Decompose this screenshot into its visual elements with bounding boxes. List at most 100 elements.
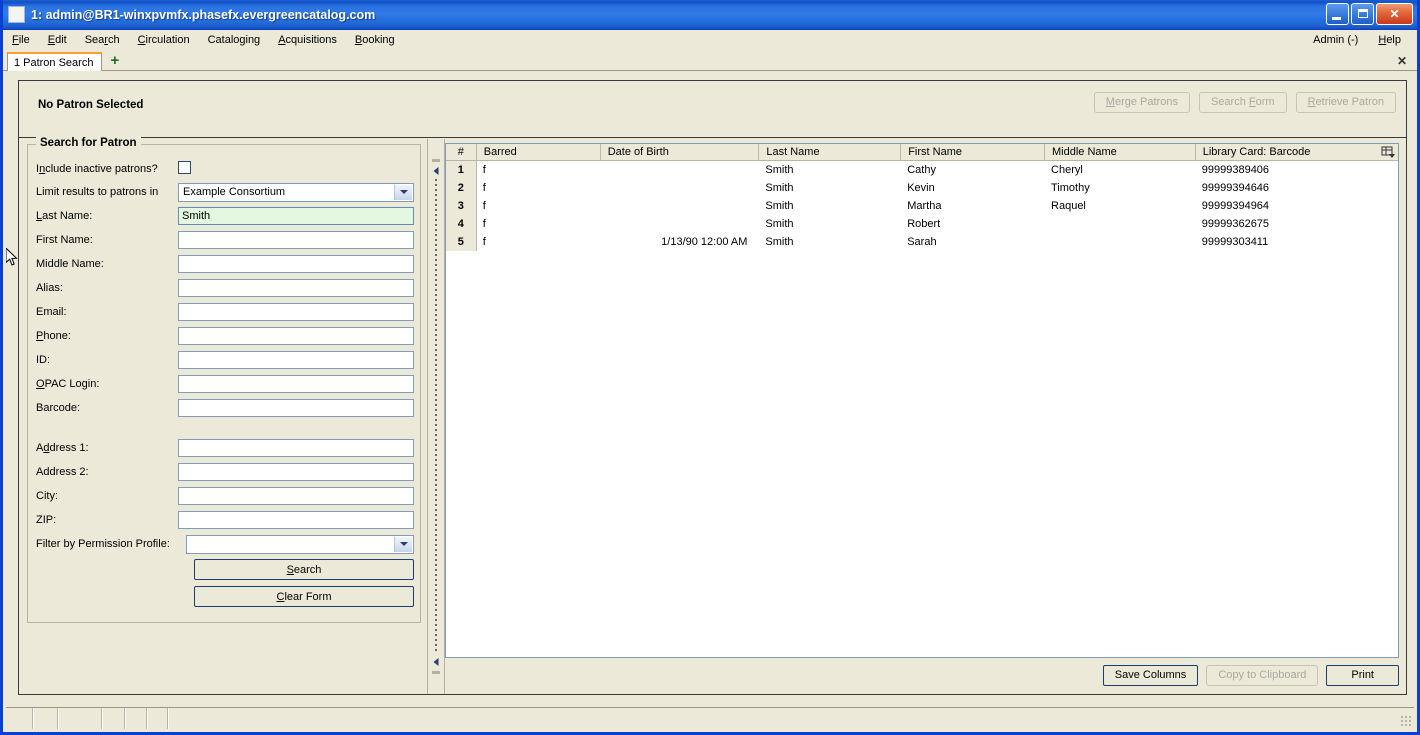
cell-barcode: 99999362675: [1201, 218, 1270, 230]
tab-patron-search[interactable]: 1 Patron Search: [7, 52, 103, 71]
table-row[interactable]: 3 f Smith Martha Raquel 99999394964: [446, 197, 1398, 215]
cell-last-name: Smith: [765, 236, 794, 248]
menu-cataloging[interactable]: Cataloging: [199, 32, 270, 48]
search-button[interactable]: Search: [194, 559, 414, 580]
limit-results-select[interactable]: Example Consortium: [178, 182, 414, 202]
minimize-button[interactable]: [1326, 3, 1349, 25]
search-form-button[interactable]: Search Form: [1198, 92, 1287, 114]
address-1-input[interactable]: [178, 439, 414, 457]
tab-strip: 1 Patron Search + ✕: [3, 50, 1417, 71]
cell-barcode: 99999394964: [1201, 200, 1270, 212]
cell-first-name: Kevin: [907, 182, 935, 194]
column-header-first-name[interactable]: First Name: [900, 144, 1044, 161]
field-middle-name: Middle Name:: [36, 254, 414, 274]
menu-search[interactable]: Search: [76, 32, 129, 48]
cell-barcode: 99999394646: [1201, 182, 1270, 194]
save-columns-button[interactable]: Save Columns: [1102, 664, 1199, 686]
zip-label: ZIP:: [36, 514, 57, 526]
column-header-library-card-barcode[interactable]: Library Card: Barcode: [1194, 144, 1398, 161]
resize-grip[interactable]: [1400, 715, 1412, 727]
address-2-input[interactable]: [178, 463, 414, 481]
include-inactive-checkbox[interactable]: [178, 161, 191, 174]
menu-edit[interactable]: Edit: [39, 32, 76, 48]
opac-login-label: OPAC Login:: [36, 378, 100, 390]
search-for-patron-group: Search for Patron Include inactive patro…: [27, 137, 421, 623]
cell-barred: f: [482, 164, 486, 176]
splitter-collapse-left-icon[interactable]: [433, 167, 439, 175]
barcode-label: Barcode:: [36, 402, 81, 414]
alias-input[interactable]: [178, 279, 414, 297]
cell-date-of-birth: 1/13/90 12:00 AM: [661, 236, 748, 248]
field-first-name: First Name:: [36, 230, 414, 250]
new-tab-button[interactable]: +: [102, 53, 127, 70]
address-1-control: [178, 439, 414, 457]
column-picker-icon[interactable]: [1380, 145, 1396, 159]
email-label: Email:: [36, 306, 67, 318]
field-id: ID:: [36, 350, 414, 370]
close-tab-icon[interactable]: ✕: [1397, 54, 1407, 68]
print-button[interactable]: Print: [1326, 664, 1399, 686]
merge-patrons-button[interactable]: Merge Patrons: [1093, 92, 1190, 114]
splitter-nub-bottom: [432, 671, 440, 674]
column-header-barred[interactable]: Barred: [475, 144, 600, 161]
phone-label: Phone:: [36, 330, 71, 342]
permission-profile-select[interactable]: [186, 534, 414, 554]
middle-name-input[interactable]: [178, 255, 414, 273]
table-row[interactable]: 1 f Smith Cathy Cheryl 99999389406: [446, 161, 1398, 179]
close-button[interactable]: ✕: [1376, 3, 1413, 25]
retrieve-patron-button[interactable]: Retrieve Patron: [1295, 92, 1396, 114]
menu-help[interactable]: Help: [1368, 32, 1411, 48]
menu-admin[interactable]: Admin (-): [1303, 32, 1368, 48]
phone-input[interactable]: [178, 327, 414, 345]
field-address-2: Address 2:: [36, 462, 414, 482]
cell-middle-name: Cheryl: [1051, 164, 1083, 176]
minimize-icon: [1332, 17, 1341, 20]
field-address-1: Address 1:: [36, 438, 414, 458]
city-input[interactable]: [178, 487, 414, 505]
field-barcode: Barcode:: [36, 398, 414, 418]
include-inactive-control: [178, 161, 414, 177]
patron-summary-bar: No Patron Selected Merge Patrons Search …: [19, 81, 1406, 138]
column-header-middle-name[interactable]: Middle Name: [1043, 144, 1195, 161]
table-row[interactable]: 4 f Smith Robert 99999362675: [446, 215, 1398, 233]
cell-barcode: 99999303411: [1201, 236, 1269, 248]
window-icon: [8, 6, 25, 23]
field-limit-results: Limit results to patrons in Example Cons…: [36, 182, 414, 202]
menu-circulation[interactable]: Circulation: [129, 32, 199, 48]
copy-to-clipboard-button[interactable]: Copy to Clipboard: [1206, 664, 1319, 686]
last-name-label: Last Name:: [36, 210, 93, 222]
table-row[interactable]: 5 f 1/13/90 12:00 AM Smith Sarah 9999930…: [446, 233, 1398, 251]
column-header-number[interactable]: #: [446, 144, 476, 161]
status-bar: [6, 707, 1414, 729]
address-2-label: Address 2:: [36, 466, 89, 478]
alias-control: [178, 279, 414, 297]
cell-middle-name: Raquel: [1051, 200, 1086, 212]
table-row[interactable]: 2 f Smith Kevin Timothy 99999394646: [446, 179, 1398, 197]
first-name-input[interactable]: [178, 231, 414, 249]
menu-acquisitions[interactable]: Acquisitions: [269, 32, 346, 48]
last-name-input[interactable]: [178, 207, 414, 225]
column-header-last-name[interactable]: Last Name: [758, 144, 900, 161]
patron-search-panel: No Patron Selected Merge Patrons Search …: [18, 80, 1407, 695]
field-alias: Alias:: [36, 278, 414, 298]
splitter-collapse-left-icon-bottom[interactable]: [433, 658, 439, 666]
column-header-date-of-birth[interactable]: Date of Birth: [599, 144, 759, 161]
id-label: ID:: [36, 354, 51, 366]
close-icon: ✕: [1389, 7, 1400, 21]
maximize-button[interactable]: [1351, 3, 1374, 25]
menu-file[interactable]: File: [3, 32, 39, 48]
cell-last-name: Smith: [765, 182, 794, 194]
zip-input[interactable]: [178, 511, 414, 529]
permission-profile-label: Filter by Permission Profile:: [36, 538, 170, 550]
email-input[interactable]: [178, 303, 414, 321]
opac-login-input[interactable]: [178, 375, 414, 393]
vertical-splitter[interactable]: [427, 139, 445, 694]
last-name-control: [178, 207, 414, 225]
menu-booking[interactable]: Booking: [346, 32, 404, 48]
window-controls: ✕: [1326, 3, 1413, 25]
barcode-input[interactable]: [178, 399, 414, 417]
id-input[interactable]: [178, 351, 414, 369]
clear-form-button-label: Clear Form: [276, 590, 332, 603]
menu-bar-right: Admin (-) Help: [1303, 32, 1411, 48]
clear-form-button[interactable]: Clear Form: [194, 586, 414, 607]
